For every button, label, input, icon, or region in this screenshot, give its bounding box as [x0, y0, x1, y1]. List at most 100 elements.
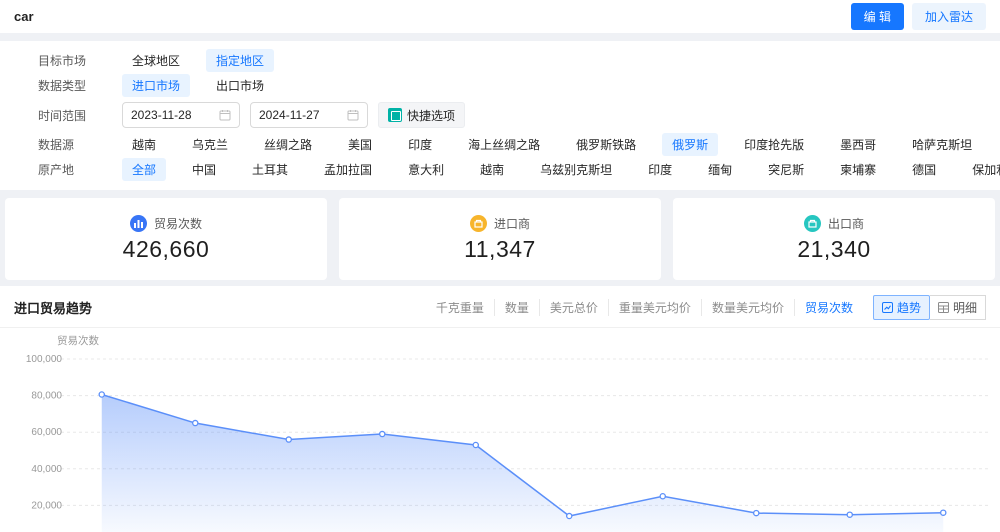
stat-card-exporters: 出口商 21,340 [673, 198, 995, 280]
data-point[interactable] [659, 492, 667, 500]
metric-tab[interactable]: 千克重量 [426, 299, 494, 316]
filter-chip[interactable]: 全球地区 [122, 49, 190, 72]
data-point[interactable] [566, 512, 573, 520]
filter-chip[interactable]: 印度抢先版 [734, 133, 814, 156]
metric-tab[interactable]: 美元总价 [538, 299, 608, 316]
metric-tab[interactable]: 数量 [493, 299, 539, 316]
y-tick-label: 80,000 [31, 391, 62, 402]
filter-chip[interactable]: 德国 [902, 158, 946, 181]
filter-chip[interactable]: 海上丝绸之路 [458, 133, 550, 156]
filter-chip[interactable]: 保加利亚 [962, 158, 1000, 181]
filter-chip[interactable]: 印度 [398, 133, 442, 156]
quick-options-label: 快捷选项 [407, 108, 456, 123]
stat-card-trade-count: 贸易次数 426,660 [5, 198, 327, 280]
filter-label: 目标市场 [38, 54, 87, 68]
filter-chip[interactable]: 突尼斯 [758, 158, 814, 181]
area-fill [101, 394, 944, 532]
chart-tools: 千克重量 数量 美元总价 重量美元均价 数量美元均价 贸易次数 趋势 明细 [426, 295, 986, 320]
stat-label: 贸易次数 [153, 217, 202, 231]
data-point[interactable] [753, 509, 760, 517]
bar-chart-icon [129, 215, 147, 232]
filter-chip[interactable]: 孟加拉国 [314, 158, 382, 181]
filter-chip[interactable]: 中国 [182, 158, 226, 181]
filter-chip[interactable]: 俄罗斯 [662, 133, 719, 156]
quick-options-button[interactable]: 快捷选项 [378, 102, 466, 128]
filter-label: 原产地 [38, 163, 75, 177]
filter-label: 时间范围 [38, 108, 87, 123]
calendar-icon [347, 110, 359, 121]
edit-button[interactable]: 编 辑 [850, 3, 904, 30]
add-radar-button[interactable]: 加入雷达 [911, 3, 986, 30]
filter-row-time-range: 时间范围 2023-11-28 2024-11-27 快捷选项 [14, 102, 986, 128]
y-tick-label: 60,000 [31, 427, 62, 438]
data-point[interactable] [98, 391, 106, 398]
end-date-input[interactable]: 2024-11-27 [250, 102, 368, 128]
data-point[interactable] [285, 436, 292, 443]
filter-chip[interactable]: 美国 [338, 133, 382, 156]
chart-header: 进口贸易趋势 千克重量 数量 美元总价 重量美元均价 数量美元均价 贸易次数 趋势 明细 [0, 286, 1000, 328]
filter-chip[interactable]: 缅甸 [698, 158, 742, 181]
chart-title: 进口贸易趋势 [14, 301, 93, 316]
filter-chip[interactable]: 柬埔寨 [830, 158, 886, 181]
filter-chip[interactable]: 乌兹别克斯坦 [530, 158, 622, 181]
filter-chip[interactable]: 意大利 [398, 158, 454, 181]
filter-chip[interactable]: 墨西哥 [830, 133, 886, 156]
filter-chip[interactable]: 土耳其 [242, 158, 298, 181]
stat-value: 21,340 [797, 236, 871, 262]
filter-row-origin: 原产地 全部 中国 土耳其 孟加拉国 意大利 越南 乌兹别克斯坦 印度 缅甸 突尼斯 柬埔寨 德国 保加… [14, 157, 1000, 182]
view-toggle: 趋势 明细 [872, 295, 986, 320]
filter-row-target-market: 目标市场 全球地区 指定地区 [14, 48, 986, 73]
data-point[interactable] [846, 511, 854, 518]
data-source-options: 越南 乌克兰 丝绸之路 美国 印度 海上丝绸之路 俄罗斯铁路 俄罗斯 印度抢先版 墨西哥 哈萨克斯坦… [122, 133, 1000, 156]
filter-chip[interactable]: 哈萨克斯坦 [902, 133, 982, 156]
trend-chart-section: 进口贸易趋势 千克重量 数量 美元总价 重量美元均价 数量美元均价 贸易次数 趋势 明细 … [0, 286, 1000, 532]
trend-view-label: 趋势 [896, 301, 921, 315]
start-date-input[interactable]: 2023-11-28 [122, 102, 240, 128]
calendar-icon [219, 110, 231, 121]
quick-options-icon [388, 108, 402, 122]
filter-panel: 目标市场 全球地区 指定地区 数据类型 进口市场 出口市场 时间范围 2023-11… [0, 41, 1000, 190]
page-title: car [14, 9, 34, 24]
filter-chip[interactable]: 丝绸之路 [254, 133, 322, 156]
stat-label: 进口商 [493, 217, 530, 231]
filter-chip[interactable]: 出口市场 [206, 74, 274, 97]
stat-cards: 贸易次数 426,660 进口商 11,347 出口商 21,340 [0, 190, 1000, 280]
filter-chip[interactable]: 越南 [122, 133, 166, 156]
filter-chip[interactable]: 指定地区 [206, 49, 275, 72]
detail-view-button[interactable]: 明细 [929, 295, 986, 320]
stat-card-importers: 进口商 11,347 [339, 198, 661, 280]
filter-chip[interactable]: 越南 [470, 158, 514, 181]
y-tick-label: 20,000 [31, 500, 62, 511]
exporter-icon [803, 215, 821, 232]
trend-view-button[interactable]: 趋势 [872, 295, 930, 320]
y-tick-label: 100,000 [26, 354, 63, 365]
filter-label: 数据类型 [38, 79, 87, 93]
stat-value: 426,660 [122, 236, 210, 262]
data-point[interactable] [940, 509, 947, 516]
filter-chip[interactable]: 乌克兰 [182, 133, 238, 156]
start-date-value: 2023-11-28 [131, 108, 192, 122]
top-bar: car 编 辑 加入雷达 [0, 0, 1000, 33]
filter-chip[interactable]: 俄罗斯铁路 [566, 133, 646, 156]
data-type-options: 进口市场 出口市场 [122, 74, 986, 97]
target-market-options: 全球地区 指定地区 [122, 49, 986, 72]
filter-chip[interactable]: 印度 [638, 158, 682, 181]
data-point[interactable] [472, 441, 479, 449]
data-point[interactable] [378, 430, 386, 438]
metric-tab[interactable]: 贸易次数 [793, 299, 863, 316]
end-date-value: 2024-11-27 [259, 108, 320, 122]
y-axis-title: 贸易次数 [57, 334, 99, 347]
trend-icon [881, 302, 893, 313]
metric-tab[interactable]: 数量美元均价 [700, 299, 794, 316]
filter-chip[interactable]: 全部 [122, 158, 167, 181]
trend-chart: 020,00040,00060,00080,000100,000贸易次数2023… [0, 328, 1000, 532]
filter-chip[interactable]: 进口市场 [122, 74, 191, 97]
data-point[interactable] [191, 419, 199, 427]
importer-icon [469, 215, 487, 232]
detail-view-label: 明细 [952, 301, 977, 315]
metric-tab[interactable]: 重量美元均价 [607, 299, 701, 316]
filter-row-data-type: 数据类型 进口市场 出口市场 [14, 73, 986, 98]
origin-options: 全部中国土耳其孟加拉国意大利越南乌兹别克斯坦印度缅甸突尼斯柬埔寨德国保加利亚葡萄… [122, 158, 1000, 181]
top-actions: 编 辑 加入雷达 [850, 3, 986, 30]
table-icon [937, 302, 949, 313]
